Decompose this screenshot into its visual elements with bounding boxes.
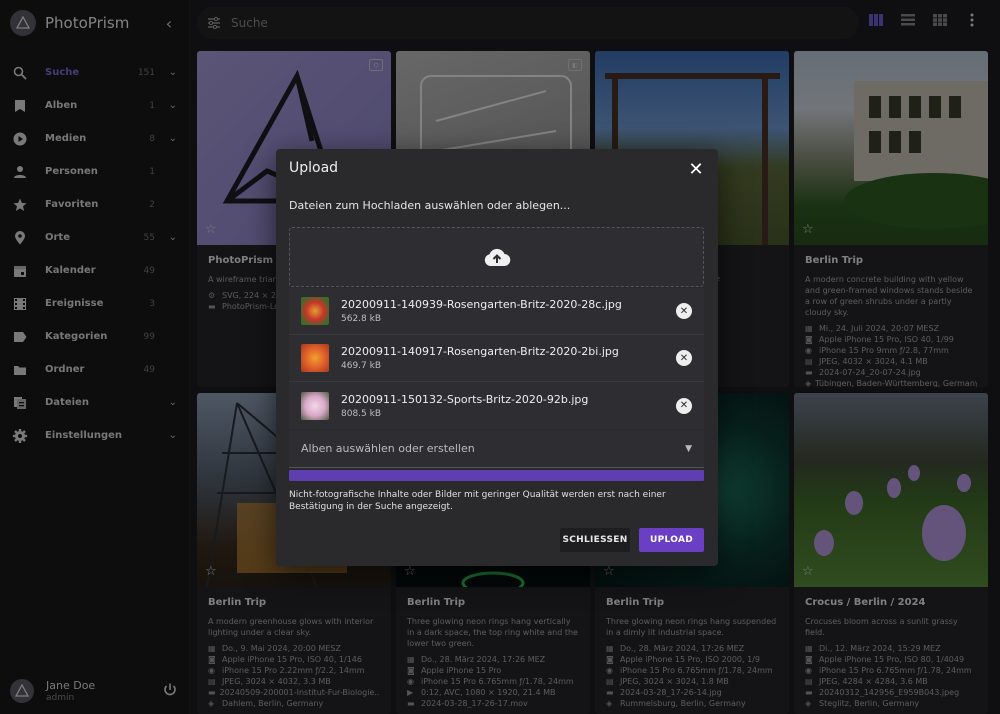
album-select-placeholder: Alben auswählen oder erstellen [301, 442, 475, 455]
upload-progress-bar [289, 470, 704, 481]
remove-file-icon[interactable]: ✕ [676, 303, 692, 319]
file-name: 20200911-140939-Rosengarten-Britz-2020-2… [341, 298, 622, 311]
file-list: 20200911-140939-Rosengarten-Britz-2020-2… [289, 288, 704, 429]
file-thumbnail [301, 391, 329, 420]
file-thumbnail [301, 344, 329, 372]
close-button[interactable]: SCHLIESSEN [560, 528, 630, 552]
dropdown-arrow-icon[interactable]: ▼ [685, 444, 692, 454]
dialog-title: Upload [289, 160, 339, 176]
close-icon[interactable]: ✕ [686, 159, 706, 180]
file-thumbnail [301, 297, 329, 325]
list-item: 20200911-140917-Rosengarten-Britz-2020-2… [289, 335, 704, 382]
file-size: 808.5 kB [341, 408, 382, 419]
album-select[interactable]: Alben auswählen oder erstellen ▼ [289, 430, 704, 468]
list-item: 20200911-140939-Rosengarten-Britz-2020-2… [289, 288, 704, 335]
upload-button[interactable]: UPLOAD [639, 528, 704, 552]
file-name: 20200911-140917-Rosengarten-Britz-2020-2… [341, 345, 619, 358]
dialog-note: Nicht-fotografische Inhalte oder Bilder … [289, 490, 666, 512]
file-name: 20200911-150132-Sports-Britz-2020-92b.jp… [341, 392, 589, 406]
upload-progress-fill [289, 470, 704, 481]
remove-file-icon[interactable]: ✕ [676, 350, 692, 366]
file-size: 469.7 kB [341, 361, 382, 371]
dialog-subtitle: Dateien zum Hochladen auswählen oder abl… [289, 199, 571, 212]
remove-file-icon[interactable]: ✕ [676, 397, 692, 414]
cloud-upload-icon [484, 248, 510, 267]
file-size: 562.8 kB [341, 314, 382, 324]
upload-dialog: Upload ✕ Dateien zum Hochladen auswählen… [276, 149, 718, 566]
list-item: 20200911-150132-Sports-Britz-2020-92b.jp… [289, 382, 704, 429]
upload-dropzone[interactable] [289, 227, 704, 287]
